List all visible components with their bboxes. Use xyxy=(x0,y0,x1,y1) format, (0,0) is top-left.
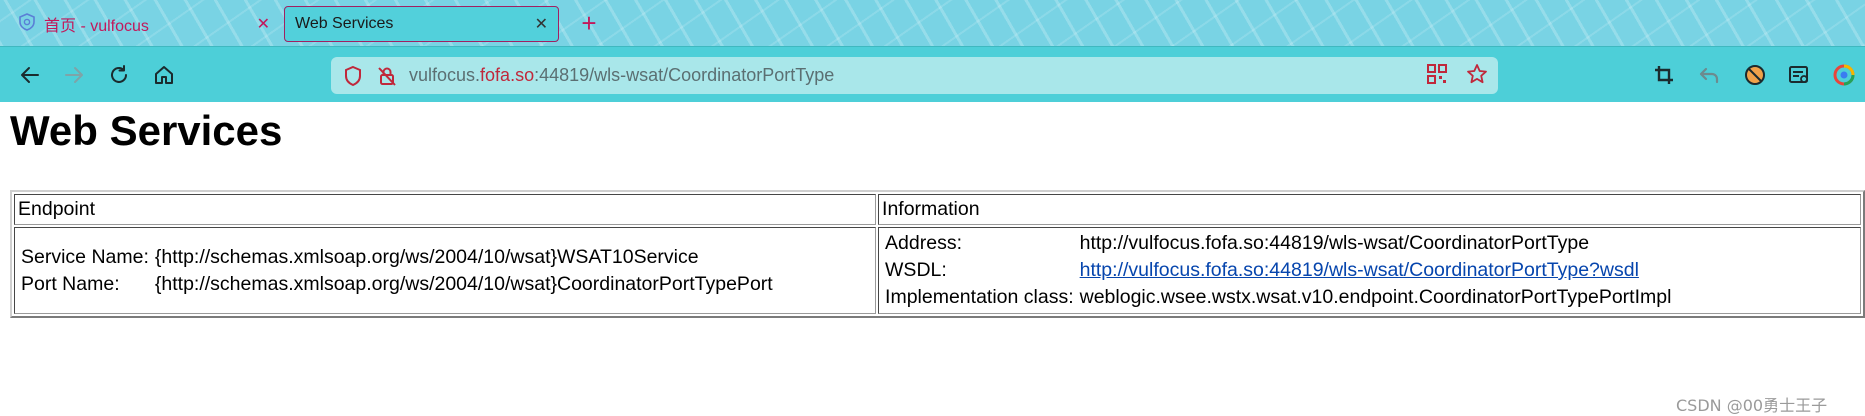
wsdl-label: WSDL: xyxy=(885,259,947,281)
csdn-watermark: CSDN @00勇士王子 xyxy=(1676,396,1828,415)
address-bar[interactable]: vulfocus.fofa.so:44819/wls-wsat/Coordina… xyxy=(331,57,1498,94)
port-name-label: Port Name: xyxy=(21,272,120,295)
url-text[interactable]: vulfocus.fofa.so:44819/wls-wsat/Coordina… xyxy=(409,65,834,86)
information-cell: Address: http://vulfocus.fofa.so:44819/w… xyxy=(878,227,1861,314)
page-title: Web Services xyxy=(10,107,283,154)
arrow-right-icon xyxy=(65,67,83,83)
tab-web-services[interactable]: Web Services ✕ xyxy=(284,6,559,42)
port-name-value: {http://schemas.xmlsoap.org/ws/2004/10/w… xyxy=(154,272,773,295)
tab-close-icon[interactable]: ✕ xyxy=(257,14,270,34)
web-services-table: Endpoint Information Service Name: {http… xyxy=(10,190,1865,318)
tab-title: 首页 - vulfocus xyxy=(44,18,149,35)
page-content: Web Services Endpoint Information Servic… xyxy=(0,101,1865,415)
service-name-value: {http://schemas.xmlsoap.org/ws/2004/10/w… xyxy=(154,245,699,268)
reload-button[interactable] xyxy=(104,60,134,90)
blocked-extension-icon[interactable] xyxy=(1741,61,1769,89)
url-domain: fofa.so xyxy=(480,65,535,85)
service-name-label: Service Name: xyxy=(21,245,149,268)
url-subdomain: vulfocus. xyxy=(409,65,481,85)
endpoint-details: Service Name: {http://schemas.xmlsoap.or… xyxy=(18,244,776,298)
implementation-class-label: Implementation class: xyxy=(885,286,1074,308)
table-header-row: Endpoint Information xyxy=(14,194,1861,225)
home-icon xyxy=(155,66,173,84)
tab-close-icon[interactable]: ✕ xyxy=(535,14,548,34)
reader-view-icon[interactable] xyxy=(1785,61,1813,89)
undo-arrow-icon[interactable] xyxy=(1695,61,1723,89)
tab-vulfocus-home[interactable]: 首页 - vulfocus ✕ xyxy=(8,6,280,42)
color-picker-extension-icon[interactable] xyxy=(1830,61,1858,89)
address-value: http://vulfocus.fofa.so:44819/wls-wsat/C… xyxy=(1079,232,1590,254)
tab-title: Web Services xyxy=(295,15,394,32)
url-path: :44819/wls-wsat/CoordinatorPortType xyxy=(534,65,835,85)
reload-icon xyxy=(111,65,127,83)
navigation-toolbar: vulfocus.fofa.so:44819/wls-wsat/Coordina… xyxy=(0,46,1865,102)
endpoint-header: Endpoint xyxy=(14,194,877,225)
shield-favicon-icon xyxy=(18,12,36,36)
endpoint-cell: Service Name: {http://schemas.xmlsoap.or… xyxy=(14,227,877,314)
forward-button[interactable] xyxy=(59,60,89,90)
information-header: Information xyxy=(878,194,1861,225)
implementation-class-value: weblogic.wsee.wstx.wsat.v10.endpoint.Coo… xyxy=(1079,286,1672,308)
information-details: Address: http://vulfocus.fofa.so:44819/w… xyxy=(882,230,1674,311)
insecure-lock-icon[interactable] xyxy=(375,64,399,88)
shield-icon[interactable] xyxy=(341,64,365,88)
table-row: Service Name: {http://schemas.xmlsoap.or… xyxy=(14,227,1861,314)
home-button[interactable] xyxy=(149,60,179,90)
tab-strip: 首页 - vulfocus ✕ Web Services ✕ + xyxy=(0,0,1865,46)
new-tab-button[interactable]: + xyxy=(574,8,604,38)
screenshot-crop-icon[interactable] xyxy=(1650,61,1678,89)
qr-code-icon[interactable] xyxy=(1426,63,1448,90)
address-label: Address: xyxy=(885,232,962,254)
arrow-left-icon xyxy=(21,67,39,83)
bookmark-star-icon[interactable] xyxy=(1466,63,1488,90)
wsdl-link[interactable]: http://vulfocus.fofa.so:44819/wls-wsat/C… xyxy=(1080,259,1639,281)
back-button[interactable] xyxy=(15,60,45,90)
